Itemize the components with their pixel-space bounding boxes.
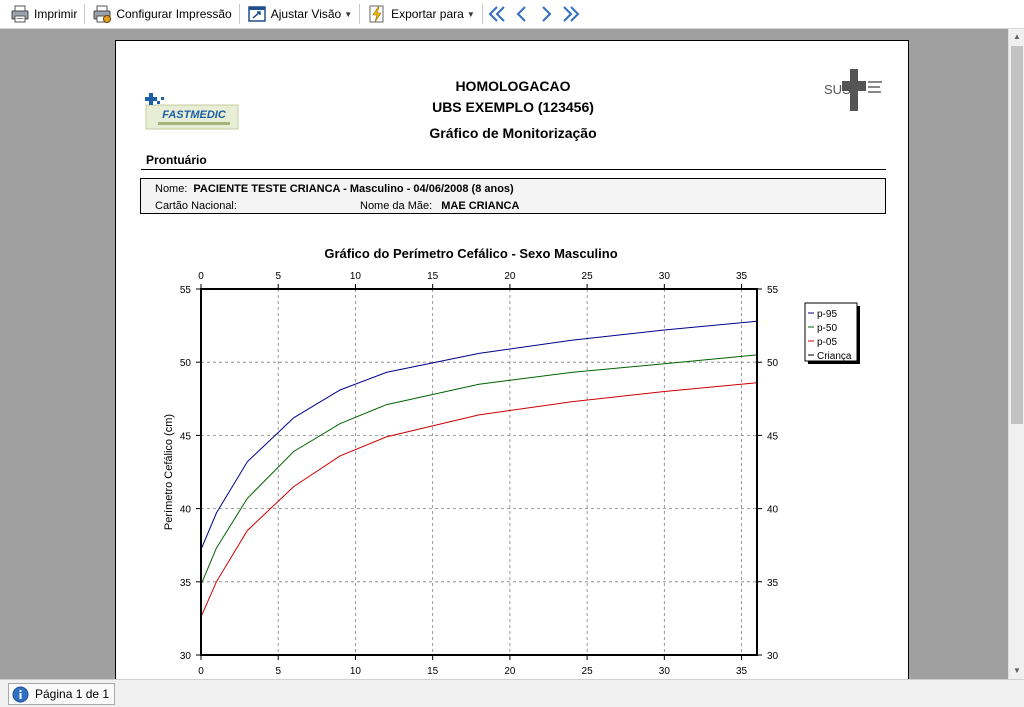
x-tick-label: 15	[427, 666, 439, 677]
toolbar-separator	[359, 4, 361, 24]
x-tick-label-top: 15	[427, 271, 439, 282]
patient-name-value: PACIENTE TESTE CRIANCA - Masculino - 04/…	[193, 183, 514, 195]
mother-name-group: Nome da Mãe: MAE CRIANCA	[360, 199, 519, 213]
previous-page-icon[interactable]	[511, 4, 533, 24]
y-tick-label-right: 50	[767, 358, 779, 369]
adjust-view-label: Ajustar Visão	[270, 7, 342, 21]
x-tick-label-top: 20	[504, 271, 516, 282]
export-button[interactable]: Exportar para ▼	[363, 2, 479, 26]
national-card-label: Cartão Nacional:	[155, 200, 237, 212]
x-tick-label: 25	[582, 666, 594, 677]
x-tick-label-top: 25	[582, 271, 594, 282]
page-indicator[interactable]: Página 1 de 1	[8, 683, 116, 705]
patient-card-row: Cartão Nacional: Nome da Mãe: MAE CRIANC…	[155, 199, 875, 213]
x-tick-label: 10	[350, 666, 362, 677]
scroll-up-icon[interactable]: ▲	[1009, 29, 1024, 45]
y-axis-label: Perímetro Cefálico (cm)	[163, 414, 175, 530]
y-tick-label-right: 35	[767, 578, 779, 589]
x-tick-label-top: 35	[736, 271, 748, 282]
scrollbar-thumb[interactable]	[1011, 46, 1023, 424]
x-tick-label: 30	[659, 666, 671, 677]
patient-name-label: Nome:	[155, 183, 188, 195]
y-tick-label-right: 30	[767, 651, 779, 662]
toolbar-separator	[481, 4, 483, 24]
x-tick-label-top: 0	[198, 271, 204, 282]
section-title: Prontuário	[146, 153, 207, 167]
y-tick-label-right: 45	[767, 431, 779, 442]
legend-label: Criança	[817, 351, 852, 362]
printer-icon	[11, 5, 29, 23]
x-tick-label: 20	[504, 666, 516, 677]
adjust-view-icon	[247, 6, 266, 22]
x-tick-label-top: 10	[350, 271, 362, 282]
y-tick-label: 55	[180, 285, 192, 296]
head-circumference-chart: Gráfico do Perímetro Cefálico - Sexo Mas…	[163, 246, 860, 677]
report-page: FASTMEDIC SUS HOMOLOGACAO UBS EXEMPLO (1…	[115, 40, 909, 679]
x-tick-label: 35	[736, 666, 748, 677]
export-icon	[369, 5, 384, 23]
x-tick-label-top: 30	[659, 271, 671, 282]
first-page-icon[interactable]	[487, 4, 509, 24]
y-tick-label-right: 40	[767, 505, 779, 516]
x-tick-label-top: 5	[275, 271, 281, 282]
printer-settings-icon	[93, 5, 112, 23]
plot-frame	[200, 288, 758, 656]
unit-name: UBS EXEMPLO (123456)	[432, 99, 594, 115]
last-page-icon[interactable]	[559, 4, 581, 24]
organization-name: HOMOLOGACAO	[455, 78, 571, 94]
mother-name-value: MAE CRIANCA	[441, 200, 520, 212]
x-tick-label: 0	[198, 666, 204, 677]
section-divider	[141, 169, 886, 170]
y-tick-label: 35	[180, 578, 192, 589]
dropdown-arrow-icon: ▼	[344, 9, 353, 19]
legend-label: p-95	[817, 309, 837, 320]
adjust-view-button[interactable]: Ajustar Visão ▼	[243, 2, 356, 26]
y-tick-label: 45	[180, 431, 192, 442]
report-title: Gráfico de Monitorização	[429, 125, 597, 141]
print-setup-button[interactable]: Configurar Impressão	[88, 2, 235, 26]
info-icon	[12, 686, 29, 702]
y-tick-label: 40	[180, 505, 192, 516]
patient-name-row: Nome: PACIENTE TESTE CRIANCA - Masculino …	[155, 182, 514, 196]
toolbar-separator	[238, 4, 240, 24]
dropdown-arrow-icon: ▼	[466, 9, 475, 19]
y-tick-label: 50	[180, 358, 192, 369]
print-setup-label: Configurar Impressão	[116, 7, 232, 21]
scroll-down-icon[interactable]: ▼	[1009, 663, 1024, 679]
chart-title: Gráfico do Perímetro Cefálico - Sexo Mas…	[324, 246, 617, 261]
mother-name-label: Nome da Mãe:	[360, 200, 433, 212]
y-tick-label-right: 55	[767, 285, 779, 296]
legend-label: p-50	[817, 323, 837, 334]
x-tick-label: 5	[275, 666, 281, 677]
report-viewport[interactable]: FASTMEDIC SUS HOMOLOGACAO UBS EXEMPLO (1…	[0, 29, 1008, 679]
series-line-p-50	[200, 354, 758, 585]
toolbar: Imprimir Configurar Impressão Ajustar Vi…	[0, 0, 1024, 29]
page-count-label: Página 1 de 1	[35, 687, 110, 701]
next-page-icon[interactable]	[535, 4, 557, 24]
print-button[interactable]: Imprimir	[6, 2, 81, 26]
patient-info-box: Nome: PACIENTE TESTE CRIANCA - Masculino …	[140, 178, 886, 214]
vertical-scrollbar[interactable]: ▲ ▼	[1008, 29, 1024, 679]
y-tick-label: 30	[180, 651, 192, 662]
export-label: Exportar para	[391, 7, 464, 21]
status-bar: Página 1 de 1	[0, 679, 1024, 707]
legend-label: p-05	[817, 337, 837, 348]
print-label: Imprimir	[34, 7, 78, 21]
toolbar-separator	[84, 4, 86, 24]
